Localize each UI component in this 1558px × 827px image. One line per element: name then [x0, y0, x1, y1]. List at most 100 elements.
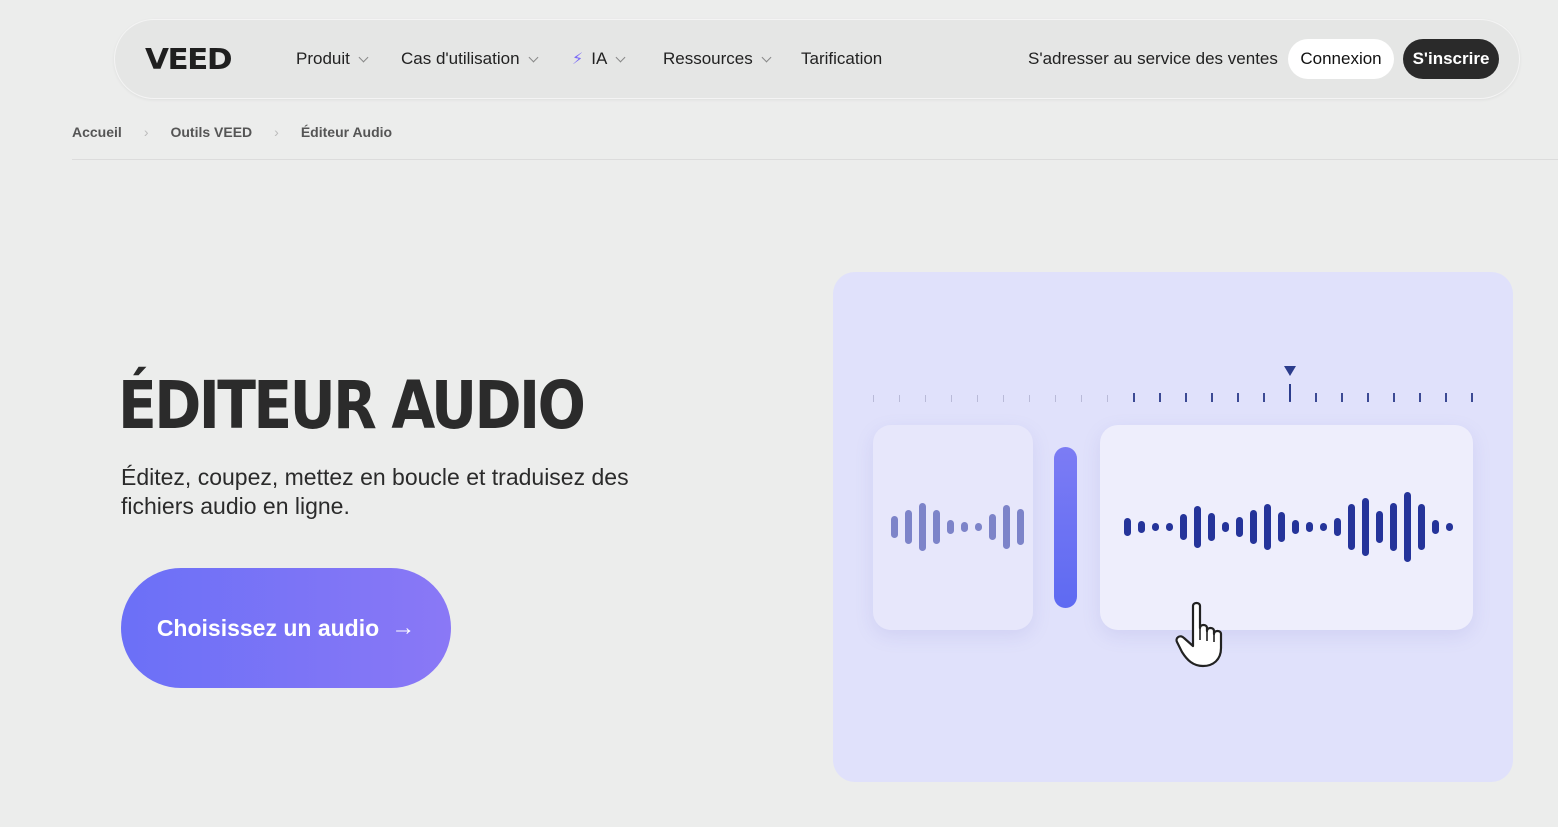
ruler-tick — [951, 395, 952, 402]
hand-cursor-icon — [1175, 601, 1223, 668]
ruler-tick — [899, 395, 900, 402]
nav-item-label: Ressources — [663, 49, 753, 68]
breadcrumb-separator: › — [143, 124, 149, 140]
waveform-bar — [1278, 512, 1285, 542]
timeline-ruler — [873, 382, 1473, 402]
ruler-tick — [1393, 393, 1395, 402]
ruler-tick — [1107, 395, 1108, 402]
waveform-bar — [1348, 504, 1355, 550]
waveform-bar — [947, 520, 954, 534]
waveform-bar — [905, 510, 912, 544]
breadcrumb-divider — [72, 159, 1558, 160]
waveform-bar — [1003, 505, 1010, 549]
nav-item-label: IA — [591, 49, 608, 68]
ruler-tick — [1367, 393, 1369, 402]
waveform-left — [891, 485, 1031, 569]
playhead-line — [1289, 384, 1291, 401]
login-button[interactable]: Connexion — [1288, 39, 1394, 79]
choose-audio-button[interactable]: Choisissez un audio → — [121, 568, 451, 688]
bolt-icon: ⚡ — [572, 51, 584, 68]
nav-item-label: Cas d'utilisation — [401, 49, 520, 68]
ruler-tick — [925, 395, 926, 402]
signup-button[interactable]: S'inscrire — [1403, 39, 1499, 79]
waveform-bar — [1124, 518, 1131, 536]
waveform-bar — [919, 503, 926, 551]
waveform-bar — [1334, 518, 1341, 536]
waveform-bar — [1264, 504, 1271, 550]
ruler-tick — [1419, 393, 1421, 402]
waveform-bar — [1250, 510, 1257, 544]
waveform-bar — [1166, 523, 1173, 531]
ruler-tick — [1133, 393, 1135, 402]
nav-item-ia[interactable]: ⚡ IA — [572, 49, 626, 69]
ruler-tick — [1159, 393, 1161, 402]
ruler-tick — [1029, 395, 1030, 402]
ruler-tick — [1185, 393, 1187, 402]
waveform-bar — [1306, 522, 1313, 532]
chevron-down-icon — [615, 52, 626, 62]
hero-subtitle: Éditez, coupez, mettez en boucle et trad… — [121, 464, 629, 519]
nav-item-tarification[interactable]: Tarification — [801, 49, 882, 69]
waveform-bar — [1320, 523, 1327, 531]
ruler-tick — [1003, 395, 1004, 402]
waveform-bar — [1446, 523, 1453, 531]
chevron-down-icon — [761, 52, 772, 62]
waveform-bar — [1152, 523, 1159, 531]
nav-item-ressources[interactable]: Ressources — [663, 49, 772, 69]
arrow-right-icon: → — [391, 614, 416, 641]
audio-clip-left — [873, 425, 1033, 630]
waveform-bar — [933, 510, 940, 544]
ruler-tick — [1055, 395, 1056, 402]
breadcrumb-separator: › — [274, 124, 279, 140]
nav-item-cas-utilisation[interactable]: Cas d'utilisation — [401, 49, 538, 69]
ruler-tick — [1445, 393, 1447, 402]
waveform-bar — [1222, 522, 1229, 532]
audio-clip-right — [1100, 425, 1473, 630]
cta-label: Choisissez un audio — [156, 614, 380, 641]
waveform-bar — [1418, 504, 1425, 550]
waveform-bar — [891, 516, 898, 538]
ruler-tick — [1315, 393, 1317, 402]
waveform-right — [1124, 475, 1460, 579]
audio-editor-illustration — [833, 272, 1513, 782]
veed-logo[interactable]: VEED — [145, 43, 233, 76]
waveform-bar — [989, 514, 996, 540]
breadcrumb-item-current: Éditeur Audio — [300, 124, 393, 140]
page: VEED Produit Cas d'utilisation ⚡ IA Ress… — [0, 0, 1558, 827]
breadcrumb: Accueil › Outils VEED › Éditeur Audio — [72, 124, 392, 140]
ruler-tick — [977, 395, 978, 402]
breadcrumb-item-outils[interactable]: Outils VEED — [170, 124, 252, 140]
waveform-bar — [1180, 514, 1187, 540]
waveform-bar — [975, 523, 982, 531]
ruler-tick — [1341, 393, 1343, 402]
contact-sales-link[interactable]: S'adresser au service des ventes — [1028, 49, 1278, 69]
waveform-bar — [1390, 503, 1397, 551]
waveform-bar — [1432, 520, 1439, 534]
ruler-tick — [1237, 393, 1239, 402]
waveform-bar — [1017, 509, 1024, 545]
ruler-tick — [873, 395, 874, 402]
waveform-bar — [1194, 506, 1201, 548]
waveform-bar — [1362, 498, 1369, 556]
waveform-bar — [1236, 517, 1243, 537]
nav-item-label: Tarification — [801, 49, 883, 68]
ruler-tick — [1471, 393, 1473, 402]
nav-item-produit[interactable]: Produit — [296, 49, 369, 69]
waveform-bar — [1292, 520, 1299, 534]
waveform-bar — [1138, 521, 1145, 533]
ruler-tick — [1081, 395, 1082, 402]
top-navbar: VEED Produit Cas d'utilisation ⚡ IA Ress… — [114, 19, 1520, 99]
playhead-marker-icon — [1284, 366, 1296, 376]
nav-item-label: Produit — [296, 49, 350, 68]
split-handle — [1054, 447, 1077, 608]
waveform-bar — [961, 522, 968, 532]
ruler-tick — [1211, 393, 1213, 402]
page-title: ÉDITEUR AUDIO — [118, 367, 586, 444]
ruler-tick — [1263, 393, 1265, 402]
chevron-down-icon — [358, 52, 369, 62]
waveform-bar — [1404, 492, 1411, 562]
waveform-bar — [1208, 513, 1215, 541]
breadcrumb-item-accueil[interactable]: Accueil — [72, 124, 122, 140]
waveform-bar — [1376, 511, 1383, 543]
chevron-down-icon — [528, 52, 538, 62]
